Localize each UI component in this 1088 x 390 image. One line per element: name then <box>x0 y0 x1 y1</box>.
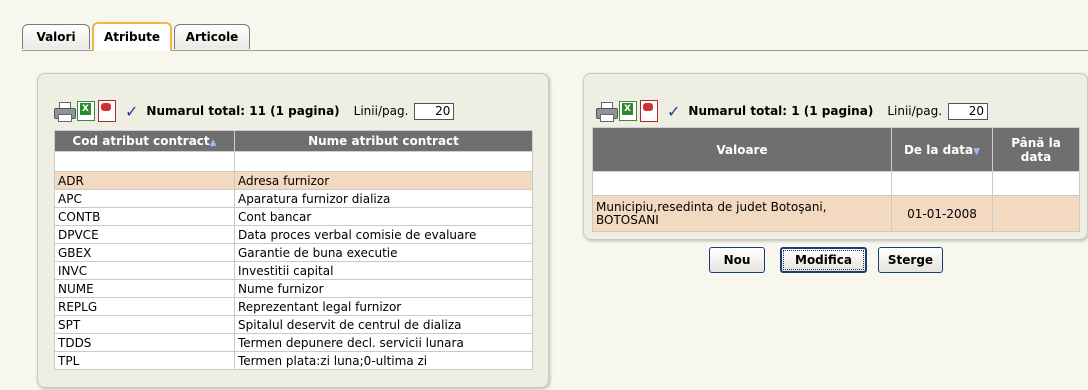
code-cell: REPLG <box>54 297 235 316</box>
total-count: Numarul total: 11 (1 pagina) <box>146 104 340 118</box>
pdf-export-icon[interactable] <box>640 100 658 122</box>
table-row[interactable]: TDDS Termen depunere decl. servicii lunar… <box>54 333 533 352</box>
code-cell: TPL <box>54 351 235 370</box>
table-row[interactable]: GBEX Garantie de buna executie <box>54 243 533 262</box>
name-cell: Cont bancar <box>234 207 533 226</box>
code-cell: ADR <box>54 171 235 190</box>
name-cell: Termen depunere decl. servicii lunara <box>234 333 533 352</box>
table-row[interactable]: SPT Spitalul deservit de centrul de diali… <box>54 315 533 334</box>
to-date-cell <box>992 195 1080 232</box>
new-button[interactable]: Nou <box>709 247 765 273</box>
values-panel: ✓ Numarul total: 1 (1 pagina) Linii/pag.… <box>583 73 1088 240</box>
values-table: Valoare De la data▼ Până la data Municip… <box>592 127 1080 232</box>
sort-ascending-icon: ▲ <box>209 138 217 148</box>
column-header-value[interactable]: Valoare <box>592 127 892 172</box>
table-row[interactable]: REPLG Reprezentant legal furnizor <box>54 297 533 316</box>
modify-button[interactable]: Modifica <box>780 247 867 273</box>
checkmark-icon[interactable]: ✓ <box>125 102 138 121</box>
table-row[interactable]: INVC Investitii capital <box>54 261 533 280</box>
attributes-panel: ✓ Numarul total: 11 (1 pagina) Linii/pag… <box>37 73 549 388</box>
table-row[interactable]: DPVCE Data proces verbal comisie de evalu… <box>54 225 533 244</box>
lines-per-page-label: Linii/pag. <box>353 104 409 118</box>
lines-per-page-input[interactable] <box>948 102 989 120</box>
sort-descending-icon: ▼ <box>973 146 981 157</box>
column-header-to-date[interactable]: Până la data <box>992 127 1080 172</box>
pdf-export-icon[interactable] <box>98 100 116 122</box>
table-row[interactable]: APC Aparatura furnizor dializa <box>54 189 533 208</box>
lines-per-page-input[interactable] <box>414 102 455 120</box>
tab-articole[interactable]: Articole <box>174 24 250 49</box>
name-cell: Spitalul deservit de centrul de dializa <box>234 315 533 334</box>
name-cell: Adresa furnizor <box>234 171 533 190</box>
name-cell: Nume furnizor <box>234 279 533 298</box>
name-cell: Reprezentant legal furnizor <box>234 297 533 316</box>
code-cell: INVC <box>54 261 235 280</box>
filter-from-input[interactable] <box>891 171 993 196</box>
name-cell: Termen plata:zi luna;0-ultima zi <box>234 351 533 370</box>
name-cell: Investitii capital <box>234 261 533 280</box>
code-cell: GBEX <box>54 243 235 262</box>
name-cell: Garantie de buna executie <box>234 243 533 262</box>
code-cell: DPVCE <box>54 225 235 244</box>
excel-export-icon[interactable] <box>77 101 95 121</box>
column-header-from-date[interactable]: De la data▼ <box>891 127 993 172</box>
filter-code-input[interactable] <box>54 151 235 172</box>
checkmark-icon[interactable]: ✓ <box>667 102 680 121</box>
table-row[interactable]: ADR Adresa furnizor <box>54 171 533 190</box>
code-cell: TDDS <box>54 333 235 352</box>
tab-atribute[interactable]: Atribute <box>92 22 172 51</box>
column-header-name[interactable]: Nume atribut contract <box>234 130 533 152</box>
table-row[interactable]: NUME Nume furnizor <box>54 279 533 298</box>
tab-valori[interactable]: Valori <box>22 24 90 49</box>
printer-icon[interactable] <box>54 102 76 122</box>
name-cell: Aparatura furnizor dializa <box>234 189 533 208</box>
code-cell: CONTB <box>54 207 235 226</box>
code-cell: SPT <box>54 315 235 334</box>
table-row[interactable]: CONTB Cont bancar <box>54 207 533 226</box>
attributes-table: Cod atribut contract▲ Nume atribut contr… <box>54 130 533 370</box>
right-toolbar: ✓ Numarul total: 1 (1 pagina) Linii/pag. <box>596 100 989 122</box>
value-cell: Municipiu,resedinta de judet Botoşani, BO… <box>592 195 892 232</box>
total-count: Numarul total: 1 (1 pagina) <box>688 104 874 118</box>
from-date-cell: 01-01-2008 <box>891 195 993 232</box>
code-cell: NUME <box>54 279 235 298</box>
table-row[interactable]: TPL Termen plata:zi luna;0-ultima zi <box>54 351 533 370</box>
code-cell: APC <box>54 189 235 208</box>
table-row[interactable]: Municipiu,resedinta de judet Botoşani, BO… <box>592 195 1080 232</box>
printer-icon[interactable] <box>596 102 618 122</box>
column-header-code[interactable]: Cod atribut contract▲ <box>54 130 235 152</box>
name-cell: Data proces verbal comisie de evaluare <box>234 225 533 244</box>
tab-strip-line <box>22 50 1088 51</box>
filter-name-input[interactable] <box>234 151 533 172</box>
excel-export-icon[interactable] <box>619 101 637 121</box>
delete-button[interactable]: Sterge <box>878 247 943 273</box>
left-toolbar: ✓ Numarul total: 11 (1 pagina) Linii/pag… <box>54 100 455 122</box>
filter-value-input[interactable] <box>592 171 892 196</box>
filter-to-input[interactable] <box>992 171 1080 196</box>
lines-per-page-label: Linii/pag. <box>887 104 943 118</box>
